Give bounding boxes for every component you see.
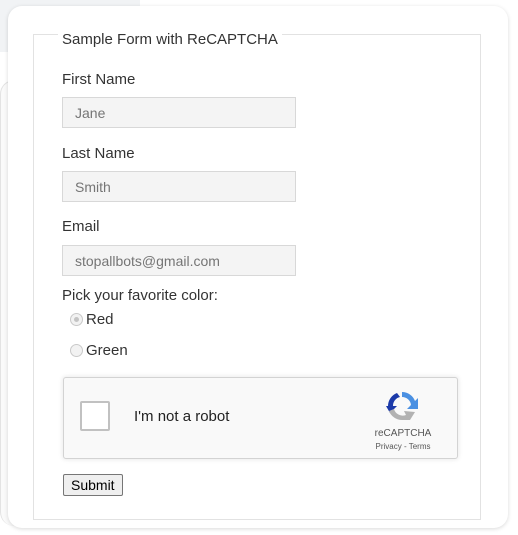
privacy-link[interactable]: Privacy [376, 442, 402, 451]
submit-button[interactable]: Submit [63, 474, 123, 496]
recaptcha-checkbox[interactable] [80, 401, 110, 431]
email-label: Email [62, 218, 100, 235]
radio-option-red[interactable]: Red [70, 309, 114, 329]
recaptcha-logo-icon [386, 392, 418, 420]
first-name-input[interactable] [62, 97, 296, 128]
recaptcha-brand: reCAPTCHA [374, 428, 432, 439]
radio-option-green[interactable]: Green [70, 340, 128, 360]
radio-label-green: Green [86, 341, 128, 359]
first-name-label: First Name [62, 71, 136, 88]
last-name-label: Last Name [62, 145, 135, 162]
recaptcha-widget: I'm not a robot reCAPTCHA Privacy - Term… [63, 377, 458, 459]
last-name-input[interactable] [62, 171, 296, 202]
recaptcha-links: Privacy - Terms [360, 442, 446, 451]
radio-label-red: Red [86, 310, 114, 328]
radio-button-red[interactable] [70, 312, 83, 326]
form-legend: Sample Form with ReCAPTCHA [58, 31, 282, 48]
terms-link[interactable]: Terms [409, 442, 431, 451]
radio-button-green[interactable] [70, 343, 83, 357]
color-question-label: Pick your favorite color: [62, 287, 218, 304]
links-separator: - [401, 442, 409, 451]
recaptcha-label: I'm not a robot [134, 408, 230, 425]
email-input[interactable] [62, 245, 296, 276]
